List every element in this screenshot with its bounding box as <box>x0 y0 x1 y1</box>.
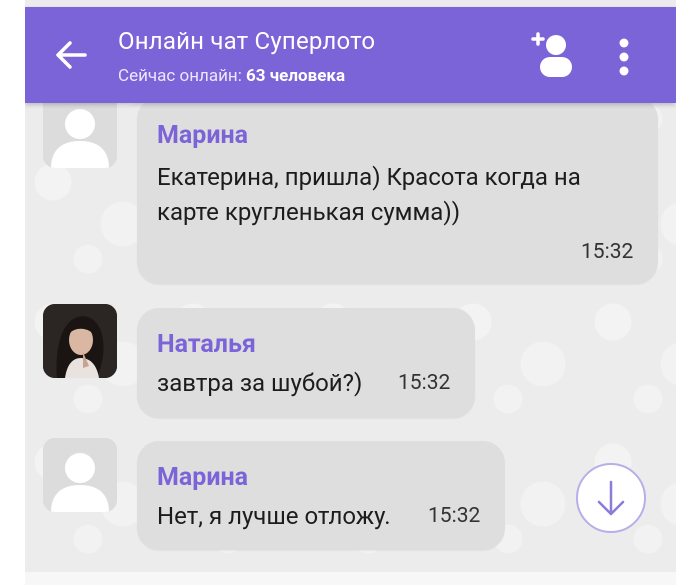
arrow-down-icon <box>597 480 625 516</box>
message-text: завтра за шубой?) <box>157 366 362 401</box>
user-photo-icon <box>43 304 117 378</box>
add-user-button[interactable] <box>530 29 574 79</box>
message-author: Марина <box>157 463 249 492</box>
online-status: Сейчас онлайн: 63 человека <box>118 66 345 86</box>
scroll-down-button[interactable] <box>576 463 646 533</box>
message-bubble[interactable]: Марина Нет, я лучше отложу. 15:32 <box>137 441 505 550</box>
user-silhouette-icon <box>43 94 117 168</box>
arrow-left-icon <box>56 41 87 69</box>
message-time: 15:32 <box>581 240 634 264</box>
chat-screen: Онлайн чат Суперлото Сейчас онлайн: 63 ч… <box>25 0 676 585</box>
user-silhouette-icon <box>43 438 117 512</box>
photo-avatar[interactable] <box>43 304 117 378</box>
message-text-line: Екатерина, пришла) Красота когда на <box>157 163 581 191</box>
add-user-icon <box>531 32 572 77</box>
chat-header: Онлайн чат Суперлото Сейчас онлайн: 63 ч… <box>25 7 676 103</box>
back-button[interactable] <box>53 37 89 73</box>
message-author: Наталья <box>157 330 256 359</box>
message-text-line: завтра за шубой?) <box>157 369 363 397</box>
chat-title: Онлайн чат Суперлото <box>118 27 376 55</box>
message-text-line: Нет, я лучше отложу. <box>157 502 391 530</box>
message-text: Екатерина, пришла) Красота когда на карт… <box>157 160 581 230</box>
message-author: Марина <box>157 121 249 150</box>
message-text-line: карте кругленькая сумма)) <box>157 198 461 226</box>
more-vertical-icon <box>619 38 629 76</box>
message-text: Нет, я лучше отложу. <box>157 499 391 534</box>
online-label: Сейчас онлайн: <box>118 66 247 86</box>
default-avatar[interactable] <box>43 94 117 168</box>
message-time: 15:32 <box>398 371 451 395</box>
message-input-bar <box>25 572 676 585</box>
more-menu-button[interactable] <box>618 37 630 77</box>
message-bubble[interactable]: Марина Екатерина, пришла) Красота когда … <box>137 97 658 284</box>
default-avatar[interactable] <box>43 438 117 512</box>
online-count: 63 человека <box>246 66 346 86</box>
message-bubble[interactable]: Наталья завтра за шубой?) 15:32 <box>137 308 475 418</box>
message-time: 15:32 <box>428 504 481 528</box>
